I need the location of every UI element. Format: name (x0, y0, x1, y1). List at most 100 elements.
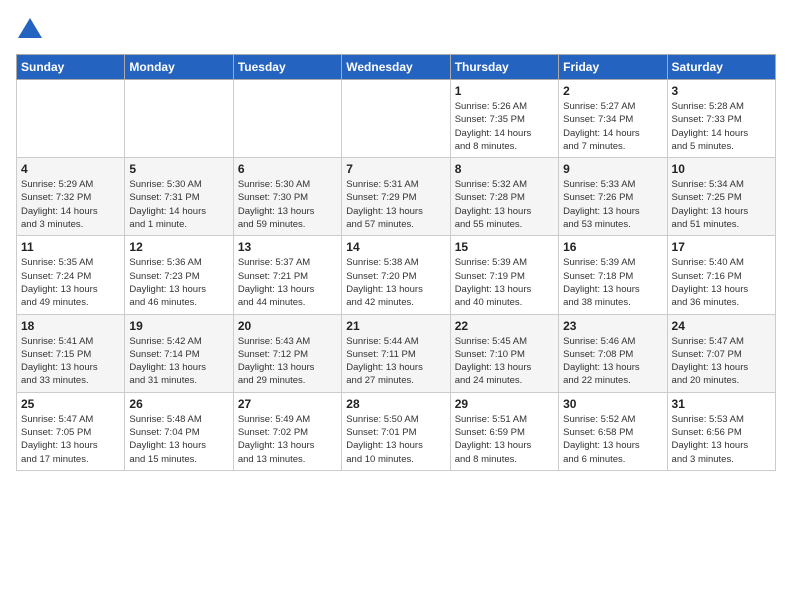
day-info: Sunrise: 5:33 AM Sunset: 7:26 PM Dayligh… (563, 178, 662, 231)
day-number: 27 (238, 397, 337, 411)
calendar-cell: 3 Sunrise: 5:28 AM Sunset: 7:33 PM Daylig… (667, 80, 775, 158)
calendar-cell: 5 Sunrise: 5:30 AM Sunset: 7:31 PM Daylig… (125, 158, 233, 236)
day-number: 18 (21, 319, 120, 333)
calendar-cell: 24 Sunrise: 5:47 AM Sunset: 7:07 PM Dayli… (667, 314, 775, 392)
day-info: Sunrise: 5:52 AM Sunset: 6:58 PM Dayligh… (563, 413, 662, 466)
day-info: Sunrise: 5:30 AM Sunset: 7:31 PM Dayligh… (129, 178, 228, 231)
week-row-2: 4 Sunrise: 5:29 AM Sunset: 7:32 PM Daylig… (17, 158, 776, 236)
calendar-table: SundayMondayTuesdayWednesdayThursdayFrid… (16, 54, 776, 471)
day-info: Sunrise: 5:50 AM Sunset: 7:01 PM Dayligh… (346, 413, 445, 466)
day-number: 1 (455, 84, 554, 98)
day-info: Sunrise: 5:39 AM Sunset: 7:19 PM Dayligh… (455, 256, 554, 309)
calendar-cell: 4 Sunrise: 5:29 AM Sunset: 7:32 PM Daylig… (17, 158, 125, 236)
day-number: 21 (346, 319, 445, 333)
day-info: Sunrise: 5:35 AM Sunset: 7:24 PM Dayligh… (21, 256, 120, 309)
day-number: 4 (21, 162, 120, 176)
calendar-cell: 26 Sunrise: 5:48 AM Sunset: 7:04 PM Dayli… (125, 392, 233, 470)
day-number: 24 (672, 319, 771, 333)
day-info: Sunrise: 5:37 AM Sunset: 7:21 PM Dayligh… (238, 256, 337, 309)
week-row-4: 18 Sunrise: 5:41 AM Sunset: 7:15 PM Dayli… (17, 314, 776, 392)
calendar-cell: 11 Sunrise: 5:35 AM Sunset: 7:24 PM Dayli… (17, 236, 125, 314)
day-number: 20 (238, 319, 337, 333)
calendar-cell: 16Sunrise: 5:39 AM Sunset: 7:18 PM Dayli… (559, 236, 667, 314)
day-info: Sunrise: 5:38 AM Sunset: 7:20 PM Dayligh… (346, 256, 445, 309)
day-number: 11 (21, 240, 120, 254)
day-number: 19 (129, 319, 228, 333)
calendar-cell: 20 Sunrise: 5:43 AM Sunset: 7:12 PM Dayli… (233, 314, 341, 392)
calendar-cell: 30 Sunrise: 5:52 AM Sunset: 6:58 PM Dayli… (559, 392, 667, 470)
weekday-header-saturday: Saturday (667, 55, 775, 80)
day-number: 8 (455, 162, 554, 176)
day-info: Sunrise: 5:27 AM Sunset: 7:34 PM Dayligh… (563, 100, 662, 153)
calendar-cell: 29Sunrise: 5:51 AM Sunset: 6:59 PM Dayli… (450, 392, 558, 470)
calendar-cell: 17Sunrise: 5:40 AM Sunset: 7:16 PM Dayli… (667, 236, 775, 314)
page-header (16, 16, 776, 44)
day-number: 5 (129, 162, 228, 176)
calendar-cell: 21 Sunrise: 5:44 AM Sunset: 7:11 PM Dayli… (342, 314, 450, 392)
calendar-cell: 9 Sunrise: 5:33 AM Sunset: 7:26 PM Daylig… (559, 158, 667, 236)
weekday-header-friday: Friday (559, 55, 667, 80)
day-info: Sunrise: 5:31 AM Sunset: 7:29 PM Dayligh… (346, 178, 445, 231)
day-info: Sunrise: 5:47 AM Sunset: 7:05 PM Dayligh… (21, 413, 120, 466)
day-number: 7 (346, 162, 445, 176)
day-number: 25 (21, 397, 120, 411)
day-number: 3 (672, 84, 771, 98)
day-info: Sunrise: 5:28 AM Sunset: 7:33 PM Dayligh… (672, 100, 771, 153)
day-number: 31 (672, 397, 771, 411)
calendar-cell: 28 Sunrise: 5:50 AM Sunset: 7:01 PM Dayli… (342, 392, 450, 470)
week-row-3: 11 Sunrise: 5:35 AM Sunset: 7:24 PM Dayli… (17, 236, 776, 314)
day-number: 2 (563, 84, 662, 98)
day-number: 9 (563, 162, 662, 176)
day-number: 13 (238, 240, 337, 254)
day-info: Sunrise: 5:36 AM Sunset: 7:23 PM Dayligh… (129, 256, 228, 309)
day-info: Sunrise: 5:26 AM Sunset: 7:35 PM Dayligh… (455, 100, 554, 153)
day-info: Sunrise: 5:48 AM Sunset: 7:04 PM Dayligh… (129, 413, 228, 466)
weekday-header-thursday: Thursday (450, 55, 558, 80)
day-number: 28 (346, 397, 445, 411)
calendar-cell: 31 Sunrise: 5:53 AM Sunset: 6:56 PM Dayli… (667, 392, 775, 470)
day-info: Sunrise: 5:44 AM Sunset: 7:11 PM Dayligh… (346, 335, 445, 388)
day-info: Sunrise: 5:45 AM Sunset: 7:10 PM Dayligh… (455, 335, 554, 388)
day-info: Sunrise: 5:51 AM Sunset: 6:59 PM Dayligh… (455, 413, 554, 466)
day-number: 23 (563, 319, 662, 333)
week-row-5: 25 Sunrise: 5:47 AM Sunset: 7:05 PM Dayli… (17, 392, 776, 470)
day-info: Sunrise: 5:42 AM Sunset: 7:14 PM Dayligh… (129, 335, 228, 388)
weekday-header-tuesday: Tuesday (233, 55, 341, 80)
day-number: 14 (346, 240, 445, 254)
day-number: 30 (563, 397, 662, 411)
calendar-cell: 18 Sunrise: 5:41 AM Sunset: 7:15 PM Dayli… (17, 314, 125, 392)
day-info: Sunrise: 5:39 AM Sunset: 7:18 PM Dayligh… (563, 256, 662, 309)
day-info: Sunrise: 5:40 AM Sunset: 7:16 PM Dayligh… (672, 256, 771, 309)
day-info: Sunrise: 5:46 AM Sunset: 7:08 PM Dayligh… (563, 335, 662, 388)
calendar-cell: 12Sunrise: 5:36 AM Sunset: 7:23 PM Dayli… (125, 236, 233, 314)
calendar-cell: 22 Sunrise: 5:45 AM Sunset: 7:10 PM Dayli… (450, 314, 558, 392)
calendar-cell: 7 Sunrise: 5:31 AM Sunset: 7:29 PM Daylig… (342, 158, 450, 236)
day-info: Sunrise: 5:43 AM Sunset: 7:12 PM Dayligh… (238, 335, 337, 388)
calendar-cell (125, 80, 233, 158)
weekday-header-monday: Monday (125, 55, 233, 80)
day-info: Sunrise: 5:49 AM Sunset: 7:02 PM Dayligh… (238, 413, 337, 466)
weekday-header-sunday: Sunday (17, 55, 125, 80)
week-row-1: 1 Sunrise: 5:26 AM Sunset: 7:35 PM Daylig… (17, 80, 776, 158)
day-number: 22 (455, 319, 554, 333)
logo (16, 16, 48, 44)
calendar-cell: 27 Sunrise: 5:49 AM Sunset: 7:02 PM Dayli… (233, 392, 341, 470)
calendar-cell: 19 Sunrise: 5:42 AM Sunset: 7:14 PM Dayli… (125, 314, 233, 392)
day-info: Sunrise: 5:32 AM Sunset: 7:28 PM Dayligh… (455, 178, 554, 231)
day-info: Sunrise: 5:41 AM Sunset: 7:15 PM Dayligh… (21, 335, 120, 388)
day-number: 10 (672, 162, 771, 176)
day-info: Sunrise: 5:53 AM Sunset: 6:56 PM Dayligh… (672, 413, 771, 466)
day-number: 26 (129, 397, 228, 411)
day-info: Sunrise: 5:30 AM Sunset: 7:30 PM Dayligh… (238, 178, 337, 231)
calendar-cell: 2 Sunrise: 5:27 AM Sunset: 7:34 PM Daylig… (559, 80, 667, 158)
calendar-cell (342, 80, 450, 158)
calendar-cell: 1 Sunrise: 5:26 AM Sunset: 7:35 PM Daylig… (450, 80, 558, 158)
weekday-header-wednesday: Wednesday (342, 55, 450, 80)
day-number: 15 (455, 240, 554, 254)
day-info: Sunrise: 5:29 AM Sunset: 7:32 PM Dayligh… (21, 178, 120, 231)
calendar-cell (17, 80, 125, 158)
calendar-cell: 15 Sunrise: 5:39 AM Sunset: 7:19 PM Dayli… (450, 236, 558, 314)
day-info: Sunrise: 5:47 AM Sunset: 7:07 PM Dayligh… (672, 335, 771, 388)
logo-icon (16, 16, 44, 44)
day-number: 6 (238, 162, 337, 176)
